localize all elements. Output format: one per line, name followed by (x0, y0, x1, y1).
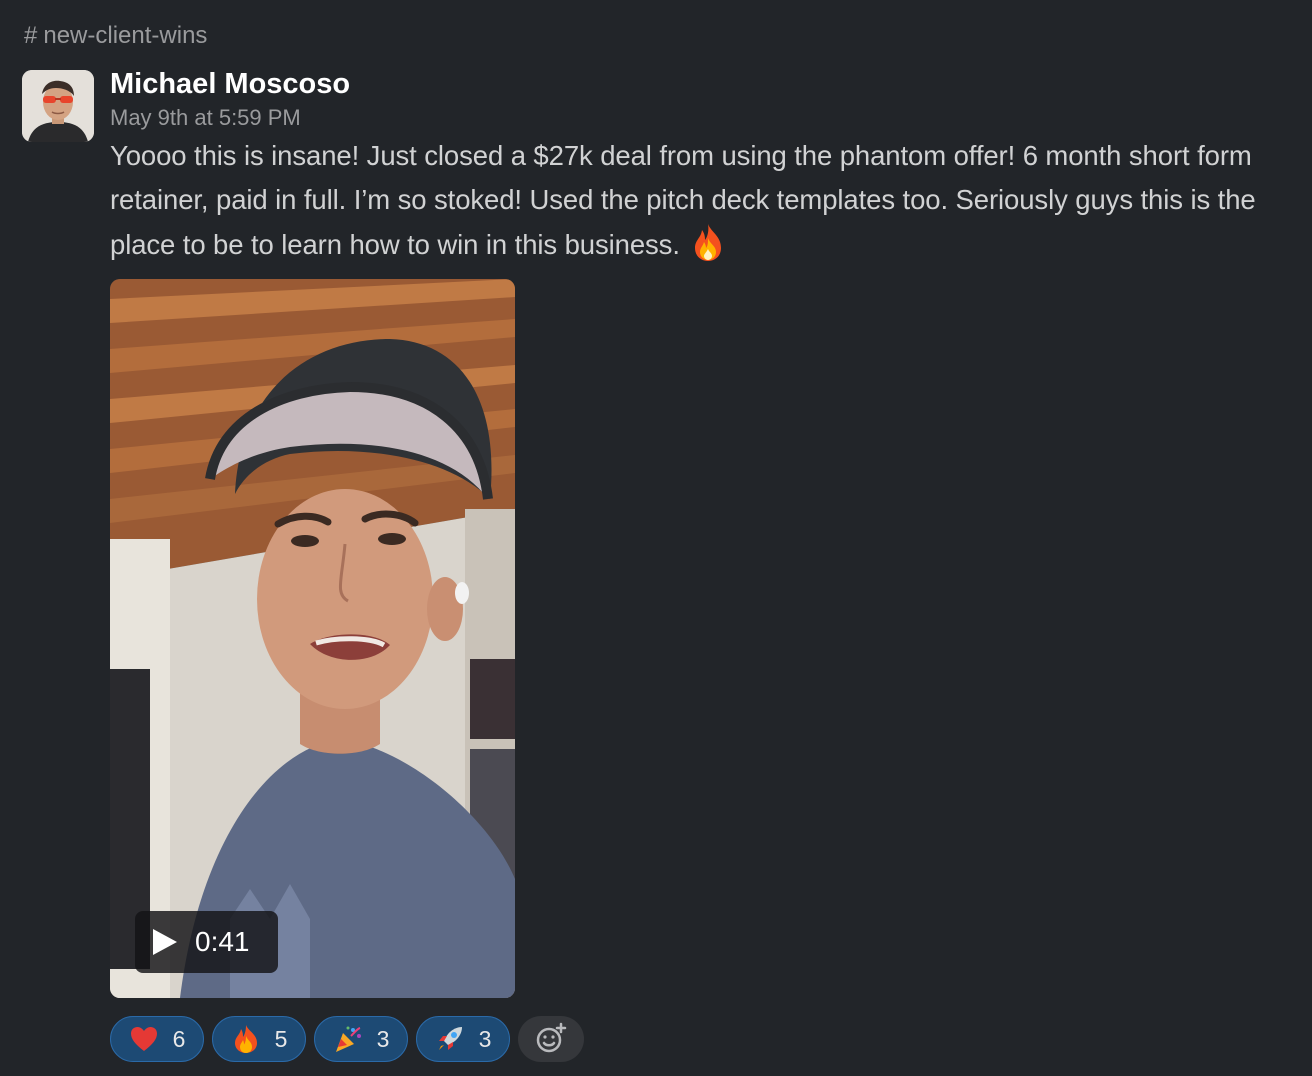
video-attachment[interactable]: 0:41 (110, 279, 515, 998)
video-duration: 0:41 (195, 926, 250, 957)
video-play-button[interactable]: 0:41 (135, 911, 278, 973)
avatar-image (22, 70, 94, 142)
reactions-bar: 6 5 3 3 (110, 1016, 584, 1062)
reaction-count: 3 (478, 1025, 492, 1052)
sender-name[interactable]: Michael Moscoso (110, 68, 350, 101)
add-reaction-button[interactable] (518, 1016, 584, 1062)
reaction-rocket[interactable]: 3 (416, 1016, 510, 1062)
video-thumbnail (110, 279, 515, 998)
reaction-party-popper[interactable]: 3 (314, 1016, 408, 1062)
message-view: # new-client-wins Michael Moscoso May 9t… (0, 0, 1312, 1076)
message-text-content: Yoooo this is insane! Just closed a $27k… (110, 140, 1256, 260)
reaction-count: 6 (172, 1025, 186, 1052)
reaction-count: 3 (376, 1025, 390, 1052)
message-timestamp[interactable]: May 9th at 5:59 PM (110, 105, 301, 131)
add-emoji-icon (536, 1022, 567, 1053)
heart-icon (130, 1027, 157, 1051)
fire-icon (234, 1025, 257, 1053)
rocket-icon (438, 1027, 462, 1050)
avatar[interactable] (22, 70, 94, 142)
play-icon (153, 929, 177, 955)
reaction-heart[interactable]: 6 (110, 1016, 204, 1062)
channel-name: new-client-wins (43, 22, 208, 49)
reaction-fire[interactable]: 5 (212, 1016, 306, 1062)
fire-emoji-icon (695, 224, 722, 261)
channel-header[interactable]: # new-client-wins (24, 22, 207, 50)
party-popper-icon (335, 1026, 361, 1052)
message-text: Yoooo this is insane! Just closed a $27k… (110, 134, 1300, 267)
reaction-count: 5 (274, 1025, 288, 1052)
hash-icon: # (24, 22, 38, 49)
